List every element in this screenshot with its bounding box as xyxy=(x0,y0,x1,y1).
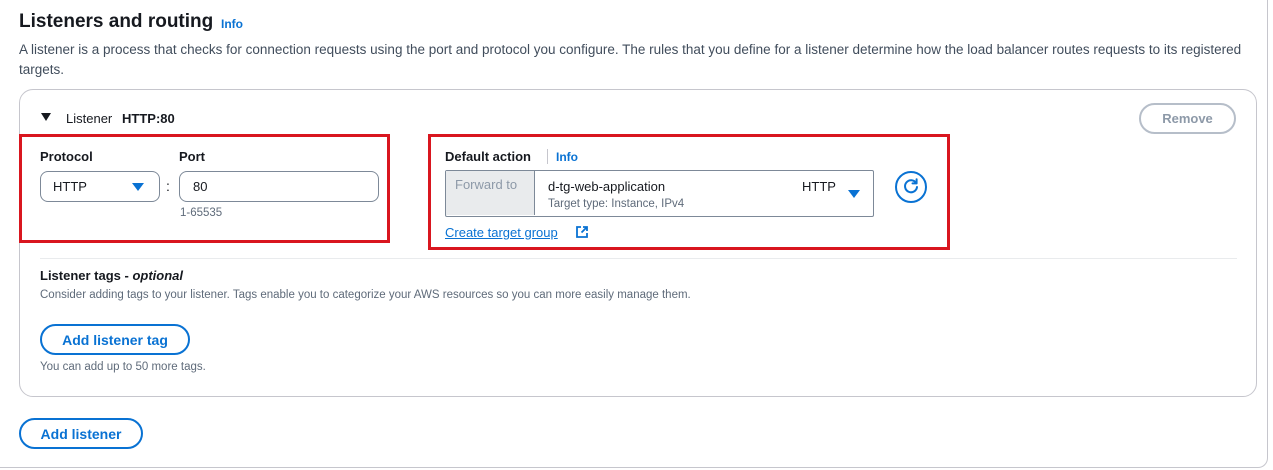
section-title: Listeners and routing xyxy=(19,11,214,32)
listener-value: HTTP:80 xyxy=(122,111,175,126)
target-group-detail: Target type: Instance, IPv4 xyxy=(548,198,685,210)
section-info-link[interactable]: Info xyxy=(221,17,243,31)
listener-label: Listener xyxy=(66,111,113,126)
listener-tags-description: Consider adding tags to your listener. T… xyxy=(40,289,691,301)
forward-to-prefix: Forward to xyxy=(446,171,535,215)
add-listener-button[interactable]: Add listener xyxy=(19,418,143,449)
section-divider xyxy=(40,258,1237,259)
label-divider xyxy=(547,149,548,164)
target-group-name: d-tg-web-application xyxy=(548,179,666,194)
section-description: A listener is a process that checks for … xyxy=(19,42,1242,77)
refresh-button[interactable] xyxy=(895,171,927,203)
refresh-icon xyxy=(904,178,918,194)
listener-tags-title: Listener tags - optional xyxy=(40,268,184,283)
protocol-select[interactable]: HTTP xyxy=(40,171,160,202)
default-action-label: Default action xyxy=(445,149,531,164)
listener-tags-hint: You can add up to 50 more tags. xyxy=(40,361,206,373)
target-group-protocol: HTTP xyxy=(802,179,836,194)
target-group-select[interactable]: Forward to d-tg-web-application Target t… xyxy=(445,170,874,217)
default-action-info-link[interactable]: Info xyxy=(556,150,578,164)
create-target-group-link[interactable]: Create target group xyxy=(445,225,558,240)
protocol-value: HTTP xyxy=(53,179,87,194)
dropdown-caret-icon xyxy=(132,183,144,191)
port-label: Port xyxy=(179,149,205,164)
add-listener-tag-button[interactable]: Add listener tag xyxy=(40,324,190,355)
port-hint: 1-65535 xyxy=(180,207,223,219)
colon-separator: : xyxy=(166,178,170,194)
port-input[interactable] xyxy=(179,171,379,202)
dropdown-caret-icon xyxy=(848,190,860,198)
protocol-label: Protocol xyxy=(40,149,93,164)
caret-down-icon[interactable] xyxy=(41,113,51,121)
external-link-icon[interactable] xyxy=(575,225,589,239)
remove-button[interactable]: Remove xyxy=(1139,103,1236,134)
